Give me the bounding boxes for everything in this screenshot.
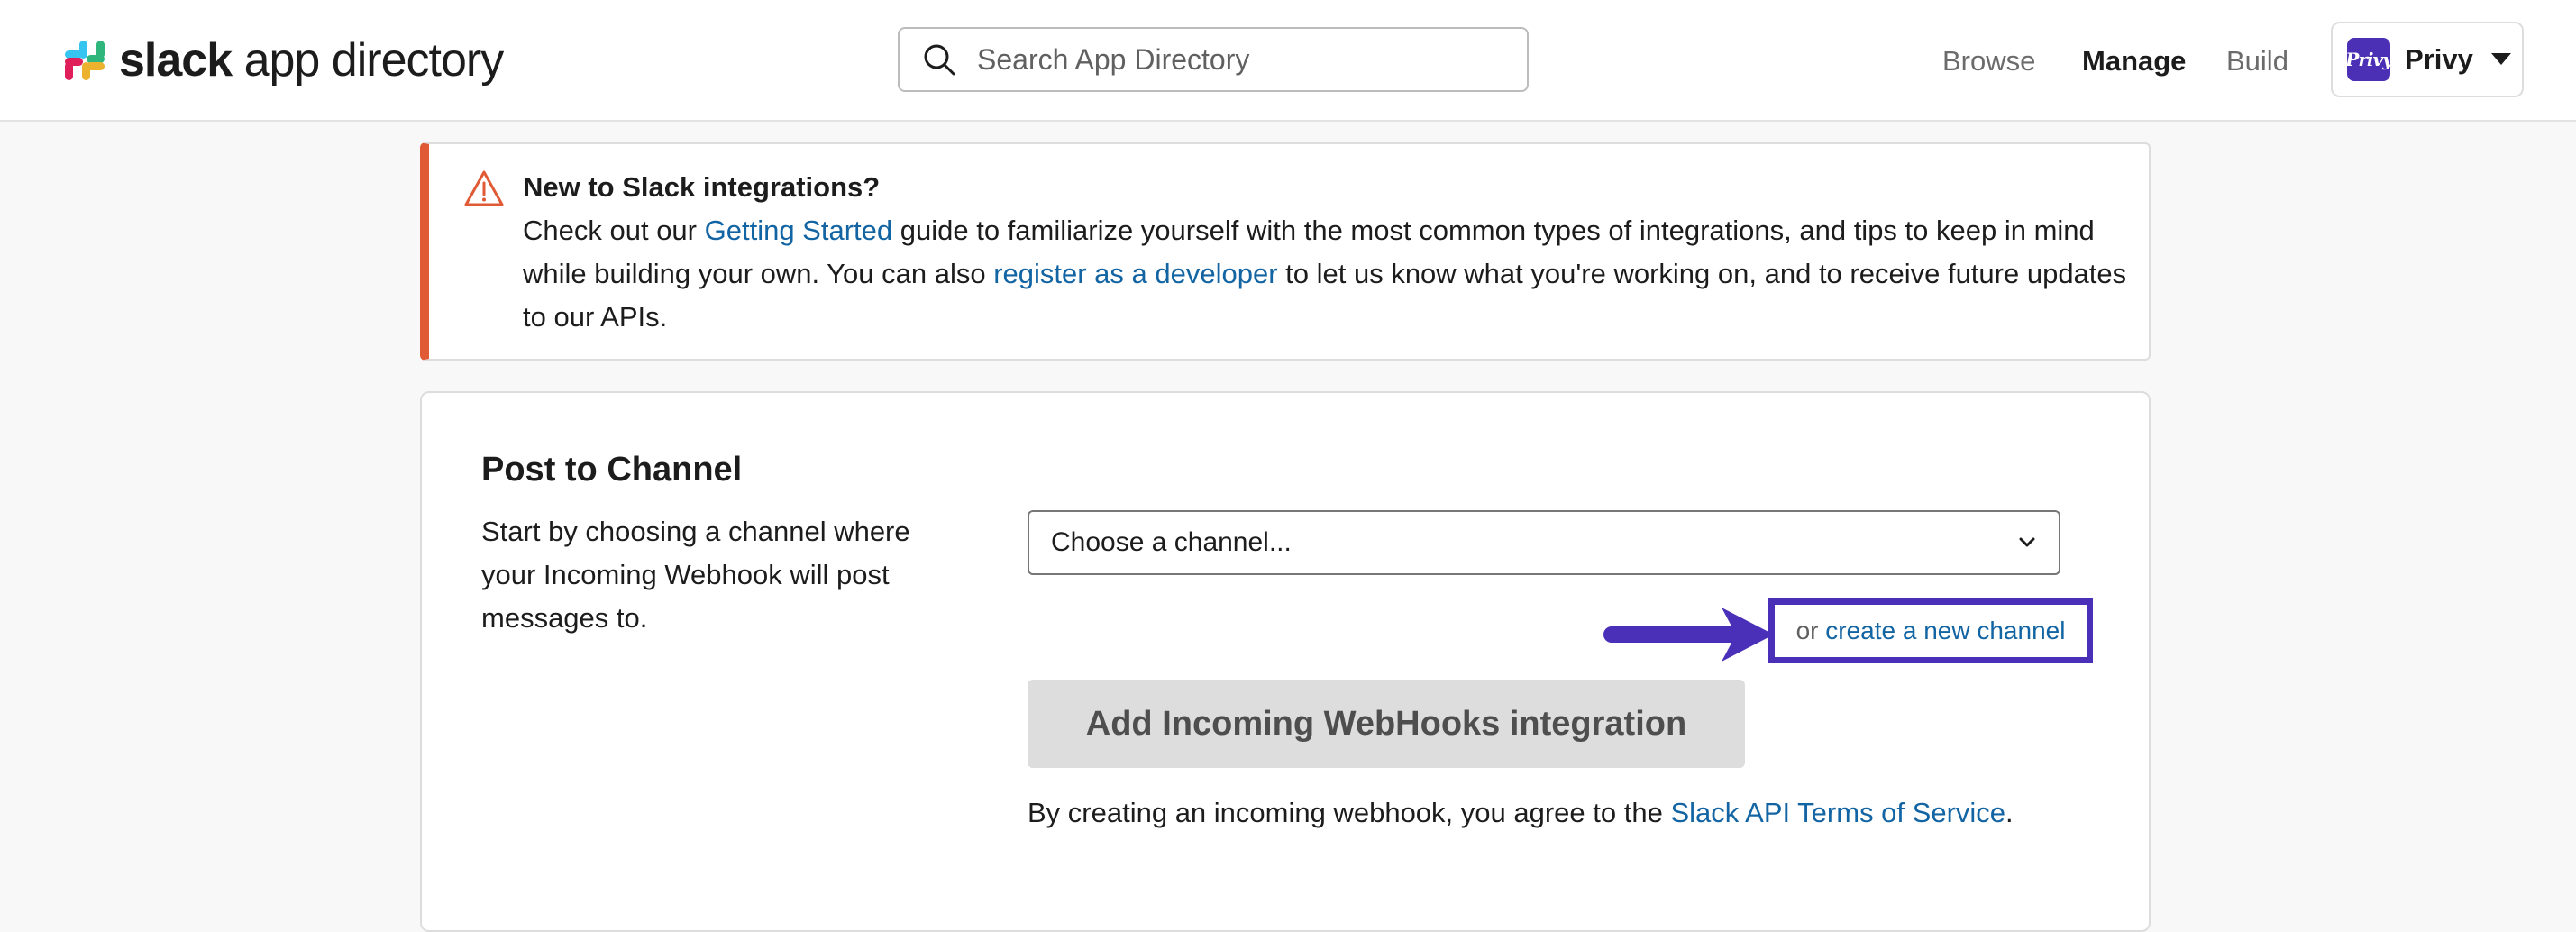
nav-manage-link[interactable]: Manage: [2082, 45, 2186, 78]
workspace-avatar: Privy: [2345, 38, 2393, 81]
warning-triangle-icon: [464, 170, 504, 206]
search-box[interactable]: [898, 27, 1529, 92]
nav-browse-link[interactable]: Browse: [1942, 45, 2035, 78]
add-incoming-webhooks-button[interactable]: Add Incoming WebHooks integration: [1028, 680, 1745, 768]
alert-title: New to Slack integrations?: [523, 171, 881, 203]
nav-browse-wrap: Browse: [1942, 0, 2035, 122]
workspace-name: Privy: [2405, 43, 2473, 75]
nav-build-link[interactable]: Build: [2226, 45, 2288, 78]
search-icon: [924, 44, 955, 76]
getting-started-link[interactable]: Getting Started: [705, 215, 893, 246]
register-developer-link[interactable]: register as a developer: [993, 258, 1277, 289]
caret-down-icon: [2490, 53, 2511, 65]
channel-select[interactable]: Choose a channel...: [1028, 510, 2060, 575]
terms-notice: By creating an incoming webhook, you agr…: [1028, 797, 2014, 828]
create-new-channel-link[interactable]: create a new channel: [1825, 617, 2065, 644]
nav-manage-wrap: Manage: [2082, 0, 2186, 122]
alert-body: New to Slack integrations? Check out our…: [523, 166, 2127, 339]
arrow-right-icon: [1603, 608, 1774, 662]
brand-wordmark: slack app directory: [119, 34, 504, 87]
chevron-down-icon: [2019, 537, 2035, 547]
alert-text-1: Check out our: [523, 215, 705, 246]
post-to-channel-description: Start by choosing a channel where your I…: [481, 516, 910, 634]
nav-build-wrap: Build: [2226, 0, 2288, 122]
slack-api-terms-link[interactable]: Slack API Terms of Service: [1670, 797, 2005, 828]
slack-app-directory-logo[interactable]: slack app directory: [63, 29, 504, 92]
create-channel-highlight: or create a new channel: [1768, 598, 2093, 663]
create-channel-text: or create a new channel: [1795, 617, 2066, 644]
channel-select-value: Choose a channel...: [1051, 527, 1292, 557]
slack-logo-icon: [65, 41, 105, 80]
search-input[interactable]: [975, 41, 1502, 78]
post-to-channel-title: Post to Channel: [481, 451, 743, 489]
workspace-switcher-button[interactable]: Privy Privy: [2331, 22, 2524, 97]
new-integrations-alert: New to Slack integrations? Check out our…: [420, 142, 2151, 361]
post-to-channel-card: Post to Channel Start by choosing a chan…: [420, 391, 2151, 932]
top-header: slack app directory Browse Manage Build …: [0, 0, 2576, 122]
